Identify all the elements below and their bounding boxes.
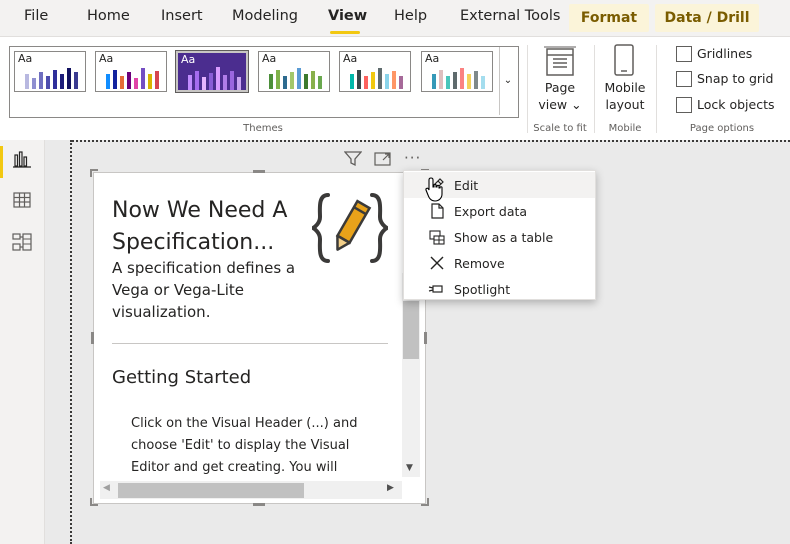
visual-title: Now We Need A Specification... [112,198,288,255]
ribbon-separator [594,45,595,133]
filter-icon[interactable] [344,151,362,167]
mobile-phone-icon[interactable] [612,43,636,77]
theme-swatch-5[interactable]: Aa [339,51,411,92]
page-boundary-horizontal [72,140,790,142]
scroll-right-arrow-icon[interactable]: ▶ [387,483,394,493]
page-view-icon[interactable] [544,45,576,77]
theme-swatch-4[interactable]: Aa [258,51,330,92]
menu-modeling[interactable]: Modeling [232,8,298,24]
group-label-themes: Themes [243,123,283,134]
menu-item-remove[interactable]: Remove [404,250,595,276]
menu-item-label: Edit [454,178,479,193]
theme-swatch-2[interactable]: Aa [95,51,167,92]
page-view-label-2: view [538,97,568,112]
deneb-logo-pencil-icon [312,193,388,263]
checkbox-box[interactable] [676,46,692,62]
resize-handle-top[interactable] [253,170,265,173]
menu-item-label: Spotlight [454,282,511,297]
active-view-indicator [0,146,3,178]
export-icon [431,203,444,219]
page-view-label-1: Page [544,80,576,95]
page-boundary-vertical [70,140,72,544]
menu-item-label: Remove [454,256,505,271]
resize-handle-left[interactable] [91,332,94,344]
more-options-icon[interactable]: ··· [404,149,421,167]
hand-cursor-icon [425,177,443,202]
group-label-scale-to-fit: Scale to fit [533,123,587,134]
theme-bars-2 [106,68,159,89]
menu-help[interactable]: Help [394,8,427,24]
getting-started-heading: Getting Started [112,367,252,388]
focus-mode-icon[interactable] [374,151,392,167]
tab-data-drill[interactable]: Data / Drill [655,4,759,32]
vertical-scrollbar-thumb[interactable] [403,301,419,359]
horizontal-scrollbar-thumb[interactable] [118,483,304,498]
menu-item-spotlight[interactable]: Spotlight [404,276,595,302]
tab-format[interactable]: Format [569,4,649,32]
data-view-table-icon[interactable] [13,191,31,209]
lock-objects-label: Lock objects [697,97,775,112]
report-view-bar-chart-icon[interactable] [13,150,31,168]
active-tab-indicator [330,31,360,34]
gridlines-label: Gridlines [697,46,753,61]
page-view-button[interactable]: Page view ⌄ [538,79,582,113]
theme-bars-4 [269,68,322,89]
group-label-mobile: Mobile [608,123,642,134]
menu-file[interactable]: File [24,8,48,24]
menu-insert[interactable]: Insert [161,8,203,24]
resize-handle-bottom-left[interactable] [90,498,98,506]
divider [112,343,388,344]
ribbon-separator [527,45,528,133]
resize-handle-bottom-right[interactable] [421,498,429,506]
resize-handle-right[interactable] [424,332,427,344]
chevron-down-icon: ⌄ [571,97,582,112]
theme-bars-3 [188,67,241,90]
scroll-left-arrow-icon[interactable]: ◀ [103,483,110,493]
menu-bar: File Home Insert Modeling View Help Exte… [0,0,790,36]
table-view-icon [429,230,445,245]
theme-bars-5 [350,68,403,89]
mobile-layout-button[interactable]: Mobile layout [600,79,650,113]
left-nav [0,140,45,544]
menu-item-show-as-table[interactable]: Show as a table [404,224,595,250]
deneb-visual[interactable]: Now We Need A Specification... A specifi… [93,172,426,504]
model-view-icon[interactable] [12,233,32,251]
menu-item-label: Show as a table [454,230,554,245]
theme-bars-1 [25,68,78,89]
theme-swatch-1[interactable]: Aa [14,51,86,92]
close-icon [430,256,444,270]
menu-external-tools[interactable]: External Tools [460,8,561,24]
resize-handle-bottom[interactable] [253,503,265,506]
menu-home[interactable]: Home [87,8,130,24]
mobile-layout-label-2: layout [605,97,645,112]
visual-description: A specification defines a Vega or Vega-L… [112,259,296,321]
theme-bars-6 [432,68,485,89]
checkbox-box[interactable] [676,97,692,113]
menu-item-label: Export data [454,204,528,219]
snap-to-grid-label: Snap to grid [697,71,774,86]
group-label-page-options: Page options [689,123,755,134]
ribbon-separator [656,45,657,133]
theme-swatch-6[interactable]: Aa [421,51,493,92]
checkbox-box[interactable] [676,71,692,87]
gallery-more-chevron-icon[interactable]: ⌄ [499,47,516,115]
theme-swatch-3-selected[interactable]: Aa [175,50,249,93]
scroll-down-arrow-icon[interactable]: ▼ [406,463,413,473]
resize-handle-top-left[interactable] [90,169,98,177]
menu-view[interactable]: View [328,8,367,24]
ribbon: Aa Aa Aa Aa Aa Aa ⌄ Themes Page view ⌄ S… [0,36,790,141]
mobile-layout-label-1: Mobile [604,80,646,95]
spotlight-icon [428,285,443,293]
